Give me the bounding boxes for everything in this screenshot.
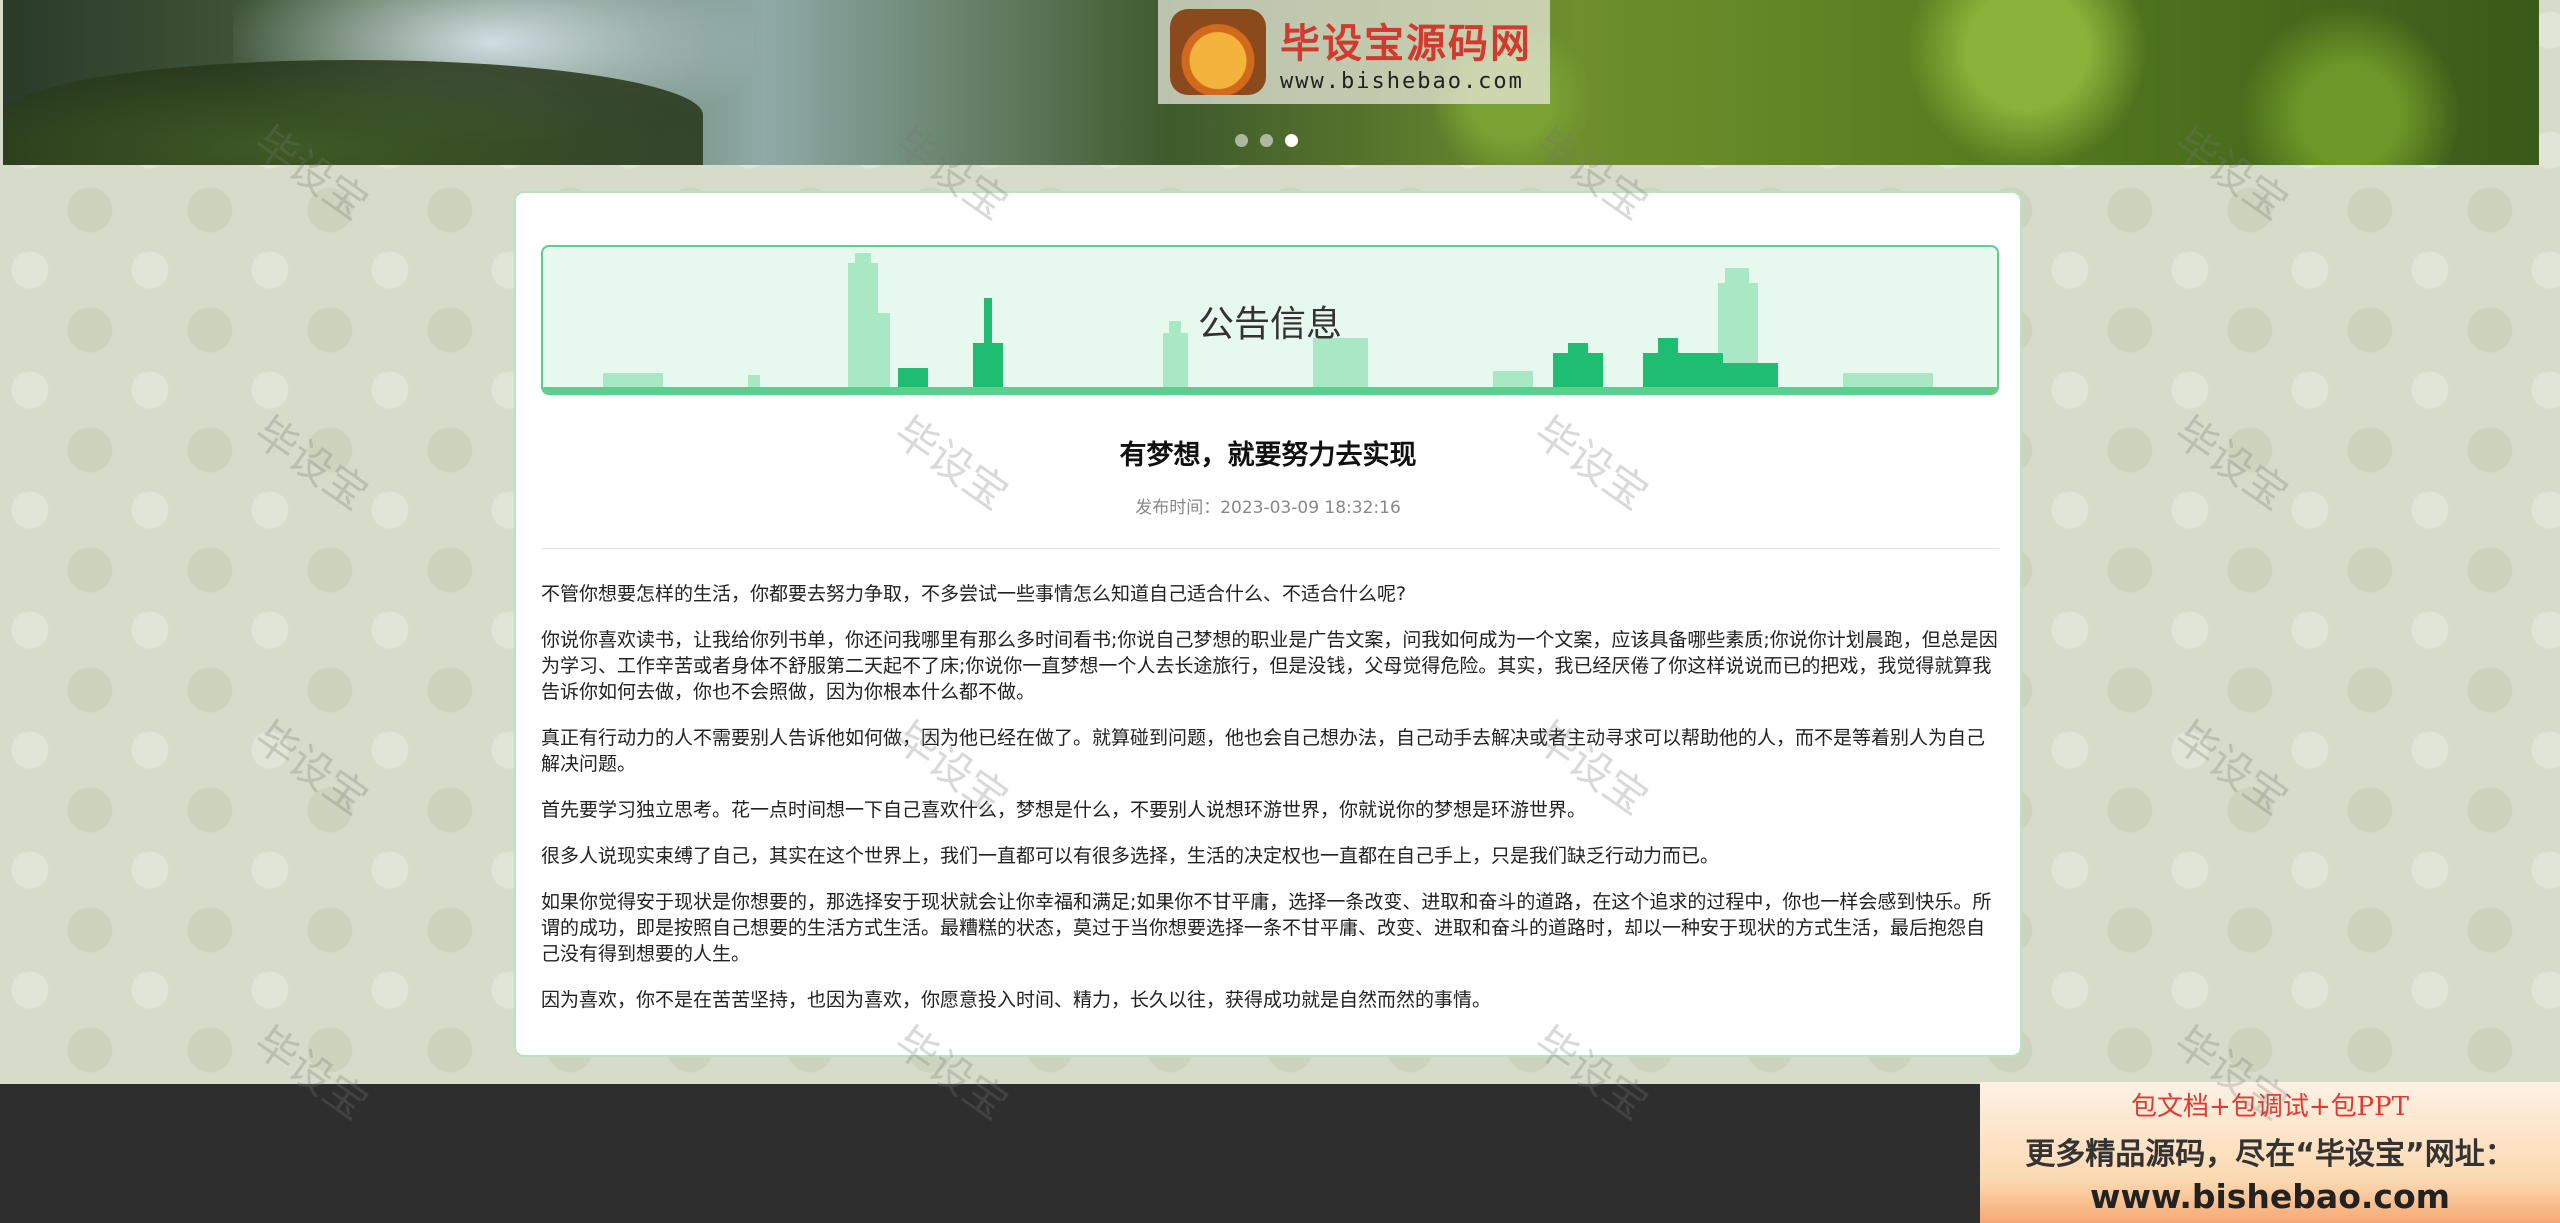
ad-tagline: 包文档+包调试+包PPT (2131, 1092, 2409, 1122)
watermark: 毕设宝 (245, 711, 377, 825)
article-body: 不管你想要怎样的生活，你都要去努力争取，不多尝试一些事情怎么知道自己适合什么、不… (541, 581, 1999, 1033)
rock-shape (3, 60, 703, 165)
article-paragraph: 你说你喜欢读书，让我给你列书单，你还问我哪里有那么多时间看书;你说自己梦想的职业… (541, 629, 1998, 703)
article-paragraph: 首先要学习独立思考。花一点时间想一下自己喜欢什么，梦想是什么，不要别人说想环游世… (541, 799, 1587, 821)
ad-url[interactable]: www.bishebao.com (1980, 1177, 2560, 1216)
carousel-dot-1[interactable] (1235, 134, 1248, 147)
article-paragraph: 如果你觉得安于现状是你想要的，那选择安于现状就会让你幸福和满足;如果你不甘平庸，… (541, 891, 1992, 965)
article-paragraph: 真正有行动力的人不需要别人告诉他如何做，因为他已经在做了。就算碰到问题，他也会自… (541, 727, 1986, 775)
carousel-dots (1235, 134, 1298, 147)
logo-url: www.bishebao.com (1280, 68, 1524, 94)
carousel-dot-2[interactable] (1260, 134, 1273, 147)
logo-icon (1170, 9, 1266, 95)
watermark: 毕设宝 (2165, 406, 2297, 520)
notice-heading: 公告信息 (1197, 304, 1342, 345)
watermark: 毕设宝 (245, 406, 377, 520)
divider (541, 548, 1999, 549)
notice-header-banner: 公告信息 (541, 245, 1999, 395)
carousel-dot-3[interactable] (1285, 134, 1298, 147)
article-paragraph: 不管你想要怎样的生活，你都要去努力争取，不多尝试一些事情怎么知道自己适合什么、不… (541, 583, 1407, 605)
notice-detail-card: 公告信息 有梦想，就要努力去实现 发布时间：2023-03-09 18:32:1… (514, 191, 2022, 1057)
logo-title: 毕设宝源码网 (1280, 20, 1532, 67)
article-paragraph: 很多人说现实束缚了自己，其实在这个世界上，我们一直都可以有很多选择，生活的决定权… (541, 845, 1720, 867)
watermark: 毕设宝 (2165, 711, 2297, 825)
promo-ad-banner[interactable]: 包文档+包调试+包PPT 更多精品源码，尽在“毕设宝”网址： www.bishe… (1980, 1082, 2560, 1223)
site-logo[interactable]: 毕设宝源码网 www.bishebao.com (1158, 0, 1550, 104)
article-paragraph: 因为喜欢，你不是在苦苦坚持，也因为喜欢，你愿意投入时间、精力，长久以往，获得成功… (541, 989, 1492, 1011)
banner-carousel[interactable]: 毕设宝源码网 www.bishebao.com (3, 0, 2539, 165)
ad-message: 更多精品源码，尽在“毕设宝”网址： (2025, 1137, 2515, 1172)
article-publish-time: 发布时间：2023-03-09 18:32:16 (1135, 498, 1401, 518)
article-title: 有梦想，就要努力去实现 (1119, 440, 1417, 471)
